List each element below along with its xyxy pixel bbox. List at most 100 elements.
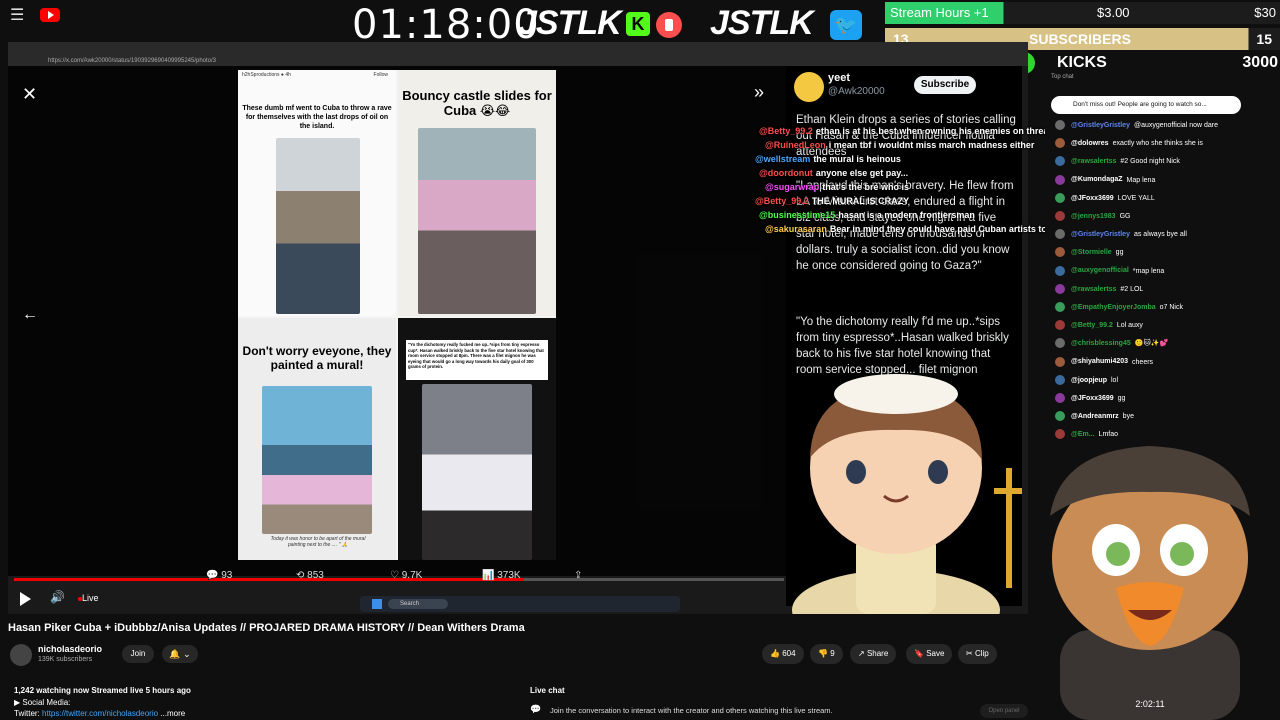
share-tweet-icon[interactable]: ⇪: [574, 570, 582, 581]
chat-message[interactable]: @rawsalertss #2 LOL: [1055, 283, 1143, 294]
chat-avatar[interactable]: [1055, 283, 1065, 294]
chat-text: exactly who she thinks she is: [1112, 140, 1203, 148]
channel-avatar[interactable]: [10, 644, 32, 666]
chat-avatar[interactable]: [1055, 320, 1065, 331]
chat-avatar[interactable]: [1055, 302, 1065, 312]
chat-username[interactable]: @JFoxx3699: [1071, 195, 1114, 202]
chat-avatar[interactable]: [1055, 174, 1065, 185]
video-progress-remaining[interactable]: [524, 578, 784, 581]
tweet-author-name[interactable]: yeet: [828, 72, 850, 84]
chat-avatar[interactable]: [1055, 393, 1065, 403]
chat-avatar[interactable]: [1055, 211, 1065, 221]
tweet-avatar[interactable]: [794, 72, 824, 102]
view-count[interactable]: 📊 373K: [482, 570, 521, 581]
share-button-label: Share: [866, 649, 889, 658]
chat-message[interactable]: @GristleyGristley as always bye all: [1055, 229, 1187, 240]
video-progress-bar[interactable]: [14, 578, 524, 581]
reply-count[interactable]: 💬 93: [206, 570, 232, 581]
livechat-message: Join the conversation to interact with t…: [550, 706, 833, 715]
tile1-follow[interactable]: Follow: [374, 72, 388, 78]
chat-username[interactable]: @rawsalertss: [1071, 286, 1116, 293]
chat-avatar[interactable]: [1055, 120, 1065, 130]
collage-tile-1[interactable]: h2hSproductions ● 4h Follow These dumb m…: [238, 70, 396, 316]
like-button[interactable]: 👍 604: [762, 644, 804, 664]
join-button[interactable]: Join: [122, 645, 154, 663]
twitter-link[interactable]: https://twitter.com/nicholasdeorio: [42, 709, 158, 718]
repost-count[interactable]: ⟲ 853: [296, 570, 324, 581]
photo-collage[interactable]: h2hSproductions ● 4h Follow These dumb m…: [238, 70, 556, 560]
chat-username[interactable]: @KumondagaZ: [1071, 176, 1123, 183]
chat-username[interactable]: @EmpathyEnjoyerJomba: [1071, 304, 1156, 311]
live-label[interactable]: Live: [82, 593, 99, 603]
chat-message[interactable]: @KumondagaZ Map lena: [1055, 174, 1156, 185]
close-icon[interactable]: ✕: [22, 84, 37, 105]
tweet-author-handle[interactable]: @Awk20000: [828, 86, 885, 97]
youtube-logo-icon[interactable]: [40, 8, 60, 22]
chat-avatar[interactable]: [1055, 138, 1065, 149]
chat-bubble-icon: 💬: [530, 704, 542, 714]
volume-icon[interactable]: 🔊: [50, 590, 65, 604]
chat-avatar[interactable]: [1055, 265, 1065, 276]
chat-message[interactable]: @GristleyGristley @auxygenofficial now da…: [1055, 120, 1218, 130]
chat-username[interactable]: @auxygenofficial: [1071, 267, 1129, 274]
chat-message[interactable]: @rawsalertss #2 Good night Nick: [1055, 156, 1180, 167]
clip-button[interactable]: ✂ Clip: [958, 644, 997, 664]
chat-message[interactable]: @dolowres exactly who she thinks she is: [1055, 138, 1203, 149]
collage-tile-2[interactable]: Bouncy castle slides for Cuba 😭😂: [398, 70, 556, 316]
chat-username[interactable]: @dolowres: [1071, 140, 1109, 147]
chat-username[interactable]: @Betty_99.2: [1071, 322, 1113, 329]
stream-chat-text: THE MURAL IS CRAZY: [811, 196, 910, 206]
notification-bell-button[interactable]: 🔔 ⌄: [162, 645, 198, 663]
chat-username[interactable]: @Andreanmrz: [1071, 413, 1119, 420]
channel-subscribers: 139K subscribers: [38, 656, 93, 663]
chat-message[interactable]: @Betty_99.2 Lol auxy: [1055, 320, 1143, 331]
chat-message[interactable]: @Stormielle gg: [1055, 247, 1123, 258]
chat-username[interactable]: @GristleyGristley: [1071, 231, 1130, 238]
hamburger-menu-icon[interactable]: ☰: [10, 8, 28, 24]
chat-username[interactable]: @GristleyGristley: [1071, 122, 1130, 129]
chat-message[interactable]: @EmpathyEnjoyerJomba o7 Nick: [1055, 302, 1183, 312]
chat-username[interactable]: @Stormielle: [1071, 249, 1112, 256]
collage-tile-4[interactable]: "Yo the dichotomy really fucked me up..*…: [398, 318, 556, 560]
chat-avatar[interactable]: [1055, 356, 1065, 367]
chat-avatar[interactable]: [1055, 192, 1065, 203]
chat-message[interactable]: @joopjeup lol: [1055, 374, 1118, 385]
chat-message[interactable]: @JFoxx3699 LOVE YALL: [1055, 192, 1155, 203]
chat-pinned-notice[interactable]: Don't miss out! People are going to watc…: [1051, 96, 1241, 114]
arrow-left-icon[interactable]: ←: [22, 306, 38, 324]
stream-chat-text: hasan is a modern frontiersman: [838, 210, 975, 220]
turban-bird-mascot-image: 2:02:11: [1050, 446, 1250, 720]
chat-avatar[interactable]: [1055, 229, 1065, 240]
open-panel-button[interactable]: Open panel: [980, 704, 1028, 718]
dislike-button[interactable]: 👎 9: [810, 644, 843, 664]
chat-avatar[interactable]: [1055, 338, 1065, 349]
watching-info: 1,242 watching now Streamed live 5 hours…: [14, 686, 191, 695]
chat-username[interactable]: @rawsalertss: [1071, 158, 1116, 165]
save-button[interactable]: 🔖 Save: [906, 644, 953, 664]
channel-name[interactable]: nicholasdeorio: [38, 644, 102, 654]
chat-username[interactable]: @shiyahumi4203: [1071, 358, 1128, 365]
top-chat-label[interactable]: Top chat: [1051, 74, 1074, 80]
play-icon[interactable]: [20, 592, 31, 606]
chat-message[interactable]: @chrisblessing45 🙂🐱✨💕: [1055, 338, 1168, 349]
chat-username[interactable]: @JFoxx3699: [1071, 395, 1114, 402]
chat-username[interactable]: @chrisblessing45: [1071, 340, 1131, 347]
chat-message[interactable]: @shiyahumi4203 cheers: [1055, 356, 1153, 367]
like-count[interactable]: ♡ 9.7K: [390, 570, 422, 581]
stream-chat-user: @RuinedLeon: [765, 140, 826, 150]
chat-username[interactable]: @joopjeup: [1071, 377, 1107, 384]
stream-chat-user: @doordonut: [759, 168, 813, 178]
subscribe-button[interactable]: Subscribe: [914, 76, 976, 94]
double-chevron-right-icon[interactable]: »: [754, 82, 764, 103]
chat-avatar[interactable]: [1055, 156, 1065, 167]
chat-message[interactable]: @auxygenofficial *map lena: [1055, 265, 1164, 276]
chat-message[interactable]: @JFoxx3699 gg: [1055, 393, 1125, 403]
more-link[interactable]: ...more: [160, 709, 185, 718]
chat-message[interactable]: @jennys1983 GG: [1055, 211, 1130, 221]
chat-avatar[interactable]: [1055, 247, 1065, 258]
chat-avatar[interactable]: [1055, 374, 1065, 385]
share-button[interactable]: ↗ Share: [850, 644, 897, 664]
collage-tile-3[interactable]: Don't worry eveyone, they painted a mura…: [238, 318, 396, 560]
chat-username[interactable]: @jennys1983: [1071, 213, 1116, 220]
chat-text: Map lena: [1126, 176, 1156, 184]
